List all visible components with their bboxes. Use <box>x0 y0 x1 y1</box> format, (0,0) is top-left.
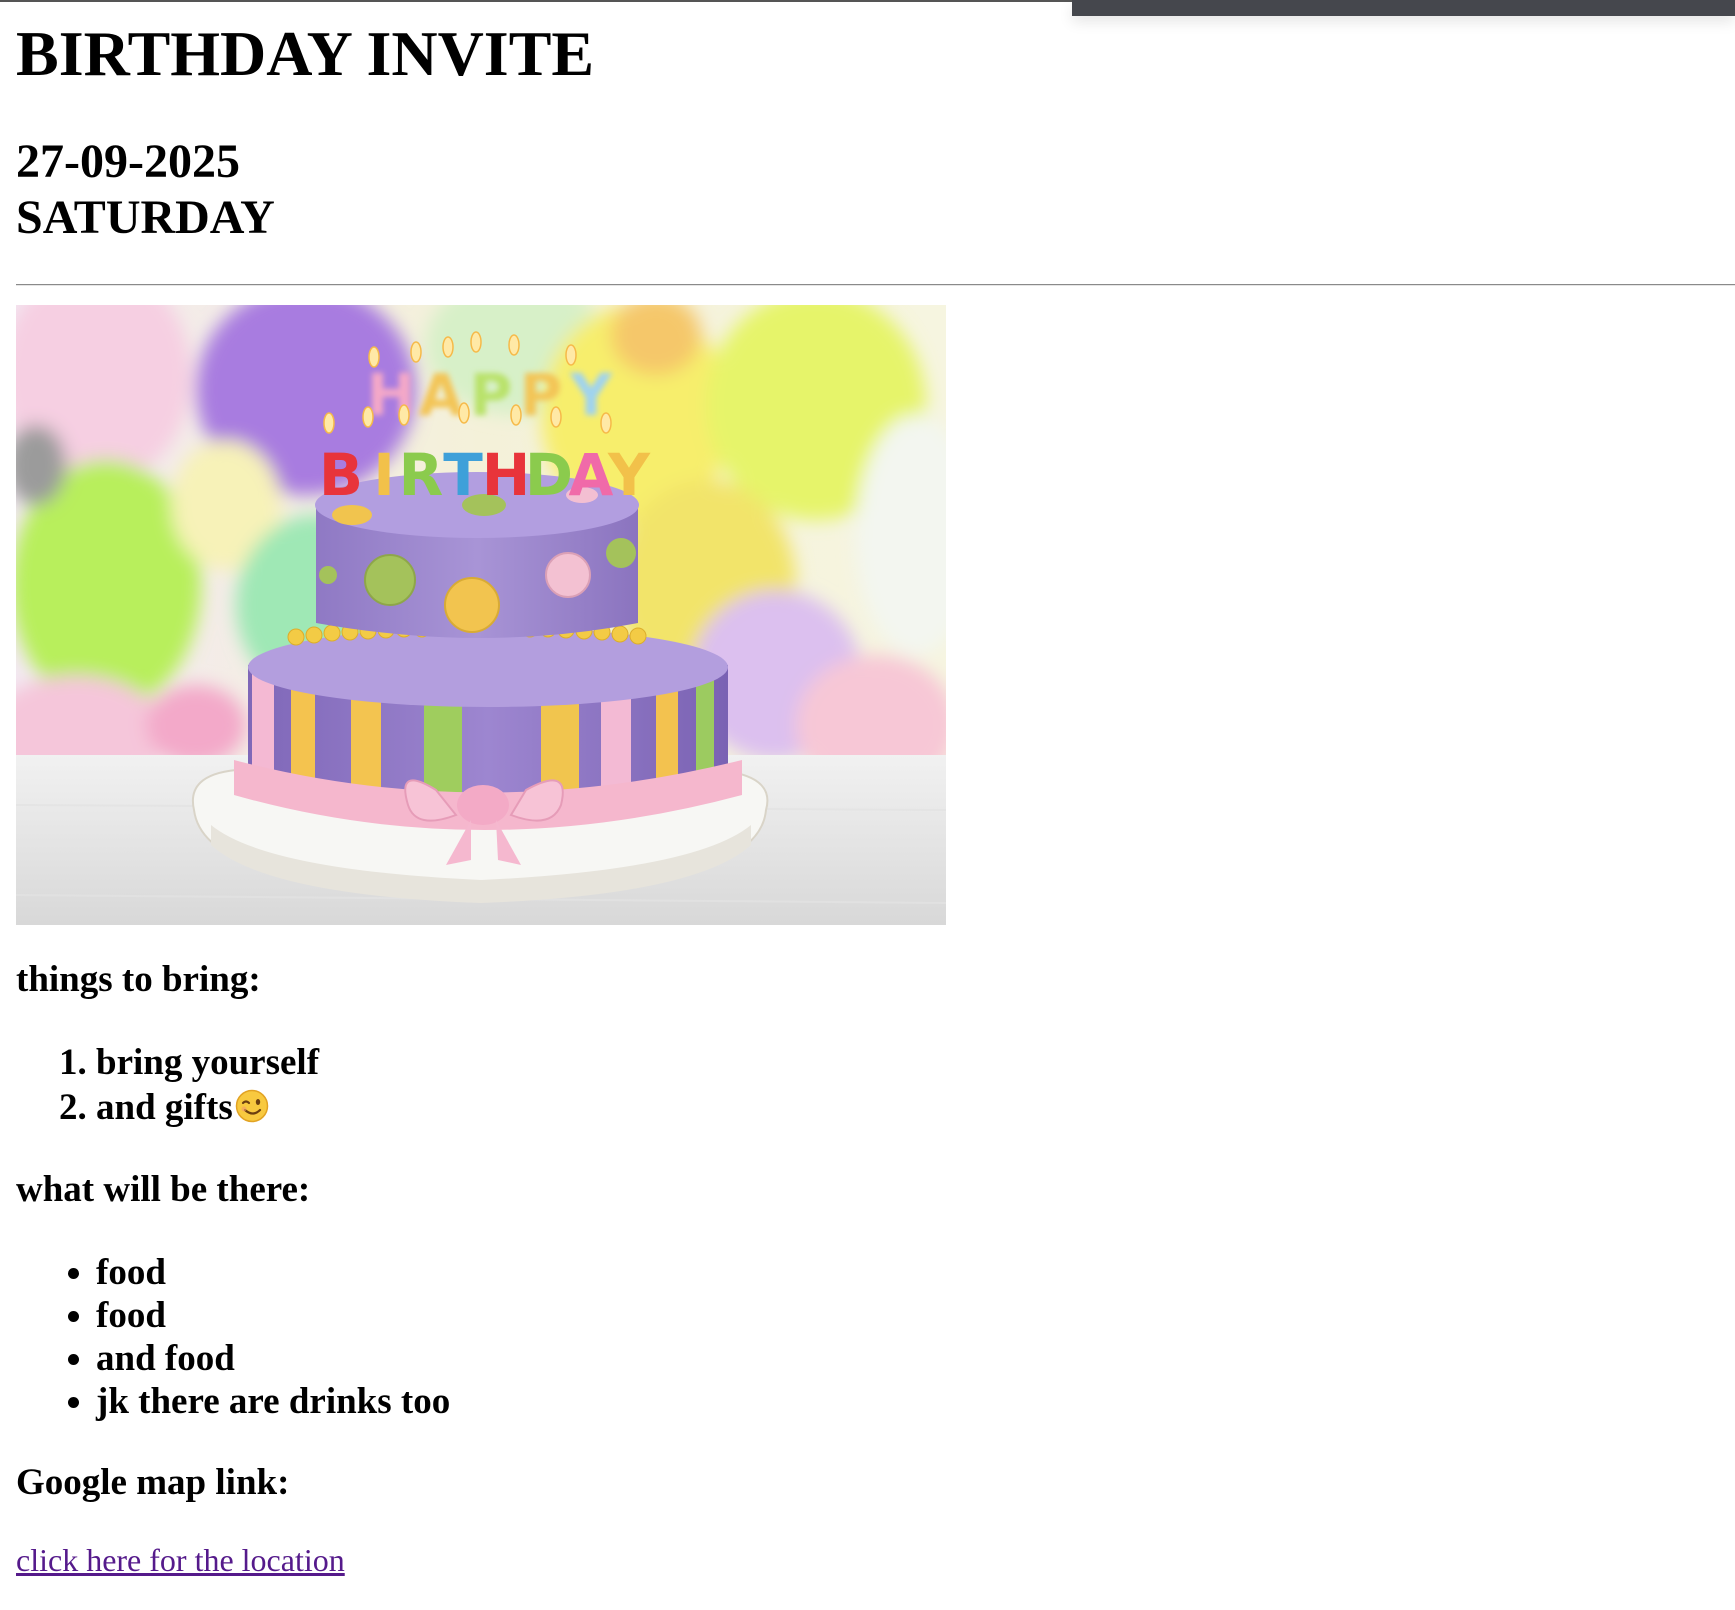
event-day: SATURDAY <box>16 191 275 244</box>
list-item: food <box>96 1251 450 1294</box>
svg-text:A: A <box>569 441 614 509</box>
things-to-bring-heading: things to bring: <box>16 959 261 1000</box>
list-item: and gifts <box>96 1085 319 1130</box>
list-item: jk there are drinks too <box>96 1380 450 1423</box>
svg-text:T: T <box>443 441 483 509</box>
list-item: bring yourself <box>96 1040 319 1085</box>
svg-text:D: D <box>525 441 573 509</box>
things-to-bring-list: bring yourself and gifts <box>16 1040 319 1130</box>
svg-text:A: A <box>419 361 464 429</box>
event-date-block: 27-09-2025 SATURDAY <box>16 134 275 246</box>
event-date: 27-09-2025 <box>16 135 240 188</box>
page-title: BIRTHDAY INVITE <box>16 18 595 89</box>
svg-text:Y: Y <box>607 441 651 509</box>
browser-overlay-bar <box>1072 0 1735 16</box>
top-border-line <box>0 0 1072 2</box>
google-map-heading: Google map link: <box>16 1462 290 1503</box>
list-item: food <box>96 1294 450 1337</box>
what-will-be-there-heading: what will be there: <box>16 1169 311 1210</box>
birthday-cake-image: H A P P Y B I R T H D A Y <box>16 305 946 925</box>
list-item: and food <box>96 1337 450 1380</box>
winking-face-icon <box>235 1089 268 1123</box>
svg-text:H: H <box>482 441 531 509</box>
what-will-be-there-list: food food and food jk there are drinks t… <box>16 1251 450 1423</box>
location-link[interactable]: click here for the location <box>16 1540 345 1580</box>
svg-text:B: B <box>319 441 363 509</box>
svg-text:R: R <box>399 441 444 509</box>
svg-text:P: P <box>470 361 513 429</box>
svg-text:I: I <box>373 441 395 509</box>
horizontal-rule <box>16 284 1735 286</box>
